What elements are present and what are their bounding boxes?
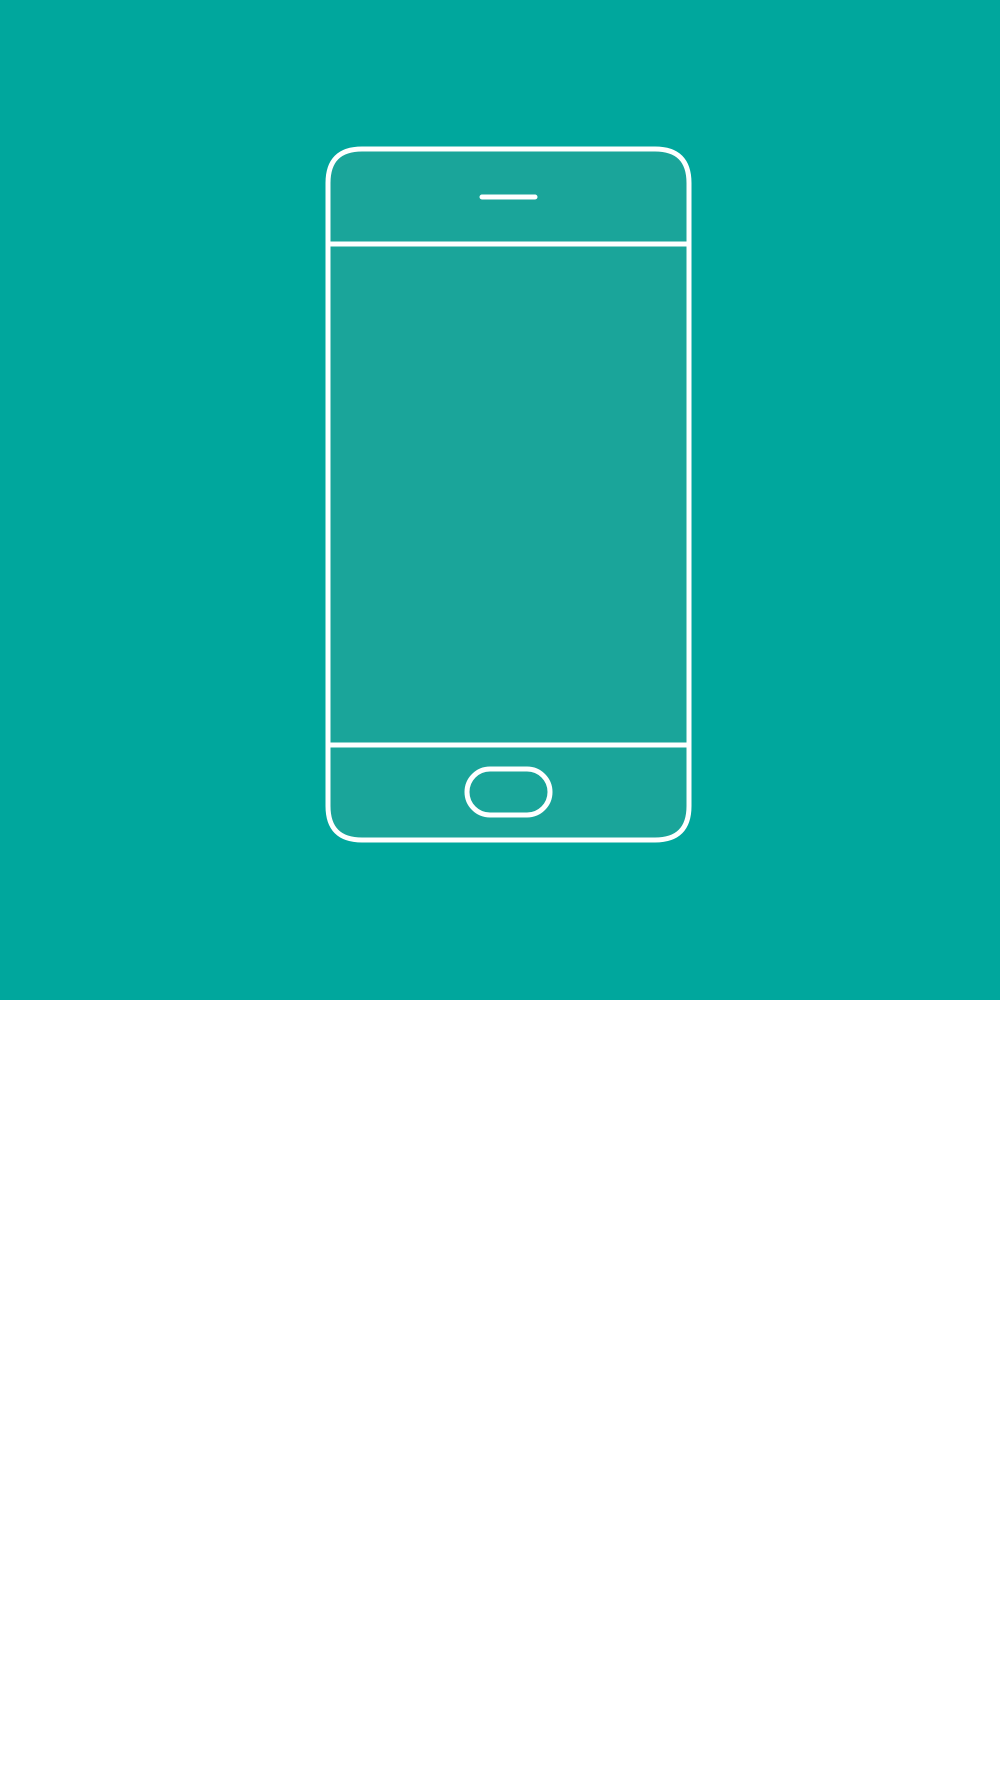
blank-content-area xyxy=(0,1000,1000,1778)
smartphone-illustration xyxy=(325,146,692,843)
phone-body xyxy=(325,146,692,843)
app-screen xyxy=(0,0,1000,1778)
smartphone-outline-icon xyxy=(0,0,1000,1000)
hero-banner xyxy=(0,0,1000,1000)
